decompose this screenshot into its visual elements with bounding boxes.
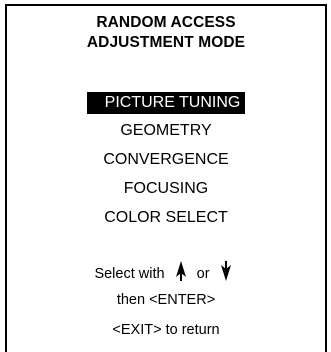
menu-item-label: CONVERGENCE — [103, 151, 229, 168]
menu-item-convergence[interactable]: CONVERGENCE — [7, 149, 325, 171]
arrow-down-icon — [220, 261, 232, 281]
help-select-or: or — [196, 266, 210, 282]
menu-item-label: GEOMETRY — [120, 122, 212, 139]
menu-title-line2: ADJUSTMENT MODE — [86, 34, 246, 51]
menu-item-color-select[interactable]: COLOR SELECT — [7, 207, 325, 229]
help-enter-line: then <ENTER> — [116, 292, 216, 308]
arrow-up-icon — [175, 261, 187, 281]
menu-item-picture-tuning[interactable]: PICTURE TUNING — [7, 92, 325, 114]
menu-item-label: FOCUSING — [123, 180, 209, 197]
menu-item-geometry[interactable]: GEOMETRY — [7, 120, 325, 142]
help-select-prefix: Select with — [94, 266, 165, 282]
menu-item-label: COLOR SELECT — [104, 209, 228, 226]
help-select-line: Select with or — [7, 261, 325, 283]
menu-item-label: PICTURE TUNING — [86, 92, 246, 114]
help-exit-line: <EXIT> to return — [112, 322, 220, 338]
menu-item-focusing[interactable]: FOCUSING — [7, 178, 325, 200]
osd-menu-panel: RANDOM ACCESS ADJUSTMENT MODE PICTURE TU… — [5, 4, 327, 352]
menu-title-line1: RANDOM ACCESS — [96, 14, 236, 31]
